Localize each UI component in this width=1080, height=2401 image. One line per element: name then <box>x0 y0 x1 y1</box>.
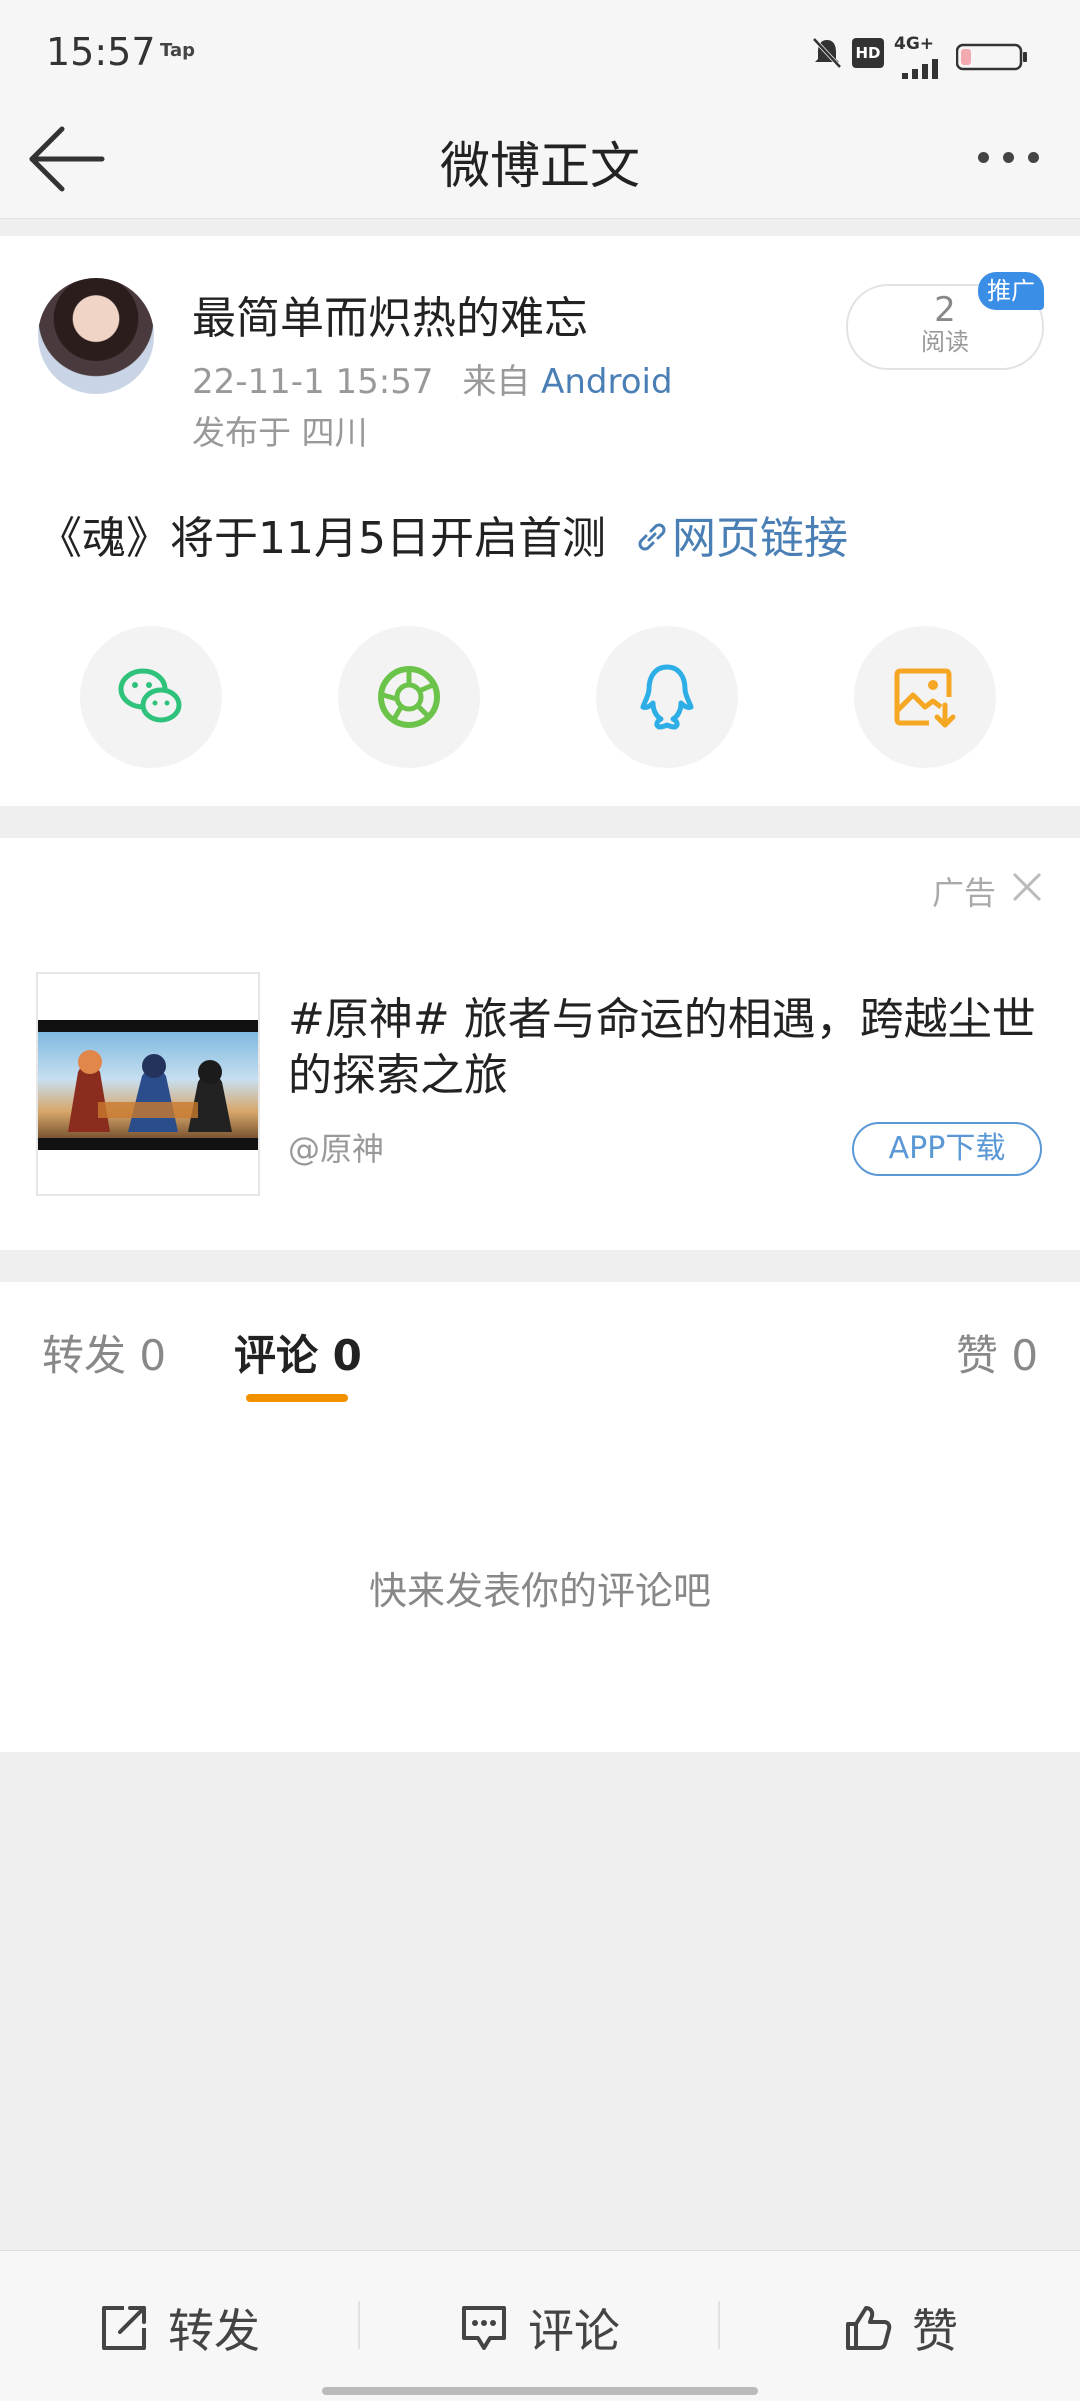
active-tab-indicator <box>246 1394 348 1402</box>
qq-icon <box>640 664 694 730</box>
divider <box>358 2301 360 2349</box>
repost-label: 转发 <box>168 2304 260 2358</box>
post-content: 《魂》将于11月5日开启首测 网页链接 <box>38 502 848 566</box>
ad-title[interactable]: #原神# 旅者与命运的相遇，跨越尘世的探索之旅 <box>288 992 1048 1104</box>
post-date: 22-11-1 15:57 <box>192 362 434 402</box>
share-moments-button[interactable] <box>338 626 480 768</box>
tab-comment[interactable]: 评论 0 <box>234 1322 362 1383</box>
like-button[interactable]: 赞 <box>842 2295 958 2361</box>
page-title: 微博正文 <box>440 137 640 195</box>
promo-badge[interactable]: 推广 <box>978 272 1044 310</box>
save-image-icon <box>894 668 956 728</box>
ad-card[interactable]: 广告 #原神# 旅者与命运的相遇，跨越尘世的探索之旅 @原神 APP下载 <box>0 838 1080 1250</box>
close-icon[interactable] <box>1010 870 1044 904</box>
nav-bar: 微博正文 <box>0 100 1080 219</box>
post-meta: 22-11-1 15:57 来自 Android <box>192 354 673 403</box>
source-prefix: 来自 <box>462 362 531 402</box>
read-label: 阅读 <box>921 328 969 356</box>
avatar[interactable] <box>38 278 154 394</box>
web-link[interactable]: 网页链接 <box>672 513 848 564</box>
comment-label: 评论 <box>528 2304 620 2358</box>
username[interactable]: 最简单而炽热的难忘 <box>192 282 588 346</box>
repost-icon <box>102 2306 146 2350</box>
divider <box>718 2301 720 2349</box>
repost-button[interactable]: 转发 <box>98 2295 260 2361</box>
post-source: Android <box>541 362 673 402</box>
ad-thumbnail[interactable] <box>36 972 260 1196</box>
ad-image <box>38 1020 258 1150</box>
tab-like[interactable]: 赞 0 <box>956 1322 1038 1383</box>
like-label: 赞 <box>912 2304 958 2358</box>
empty-comment-text: 快来发表你的评论吧 <box>368 1569 711 1613</box>
share-qq-button[interactable] <box>596 626 738 768</box>
4g-signal-icon <box>902 59 938 79</box>
comment-button[interactable]: 评论 <box>458 2295 620 2361</box>
hd-icon: HD <box>852 38 884 68</box>
bell-muted-icon <box>812 37 842 69</box>
battery-low-icon <box>956 43 1027 71</box>
comments-empty-state: 快来发表你的评论吧 <box>0 1412 1080 1752</box>
status-bar: 15:57 Tap HD 4G+ <box>0 0 1080 100</box>
wechat-icon <box>118 668 182 723</box>
comment-icon <box>462 2306 506 2350</box>
link-icon[interactable] <box>632 517 672 557</box>
network-label: 4G+ <box>894 34 935 54</box>
post-text: 《魂》将于11月5日开启首测 <box>38 513 606 564</box>
post-location: 发布于 四川 <box>192 413 368 452</box>
ad-source[interactable]: @原神 <box>288 1124 384 1170</box>
home-indicator[interactable] <box>322 2387 758 2395</box>
tab-repost[interactable]: 转发 0 <box>42 1322 166 1383</box>
share-wechat-button[interactable] <box>80 626 222 768</box>
app-download-button[interactable]: APP下载 <box>852 1122 1042 1176</box>
save-image-button[interactable] <box>854 626 996 768</box>
ad-tag: 广告 <box>932 874 997 912</box>
app-indicator: Tap <box>160 40 195 61</box>
more-dots-icon[interactable] <box>978 148 1050 172</box>
interaction-tabs: 转发 0 评论 0 赞 0 <box>0 1282 1080 1413</box>
status-time: 15:57 <box>46 30 156 74</box>
post-card: 最简单而炽热的难忘 22-11-1 15:57 来自 Android 发布于 四… <box>0 236 1080 806</box>
bottom-action-bar: 转发 评论 赞 <box>0 2250 1080 2401</box>
moments-icon <box>378 666 440 728</box>
thumbs-up-icon <box>846 2306 892 2350</box>
game-art-image <box>68 1050 232 1132</box>
